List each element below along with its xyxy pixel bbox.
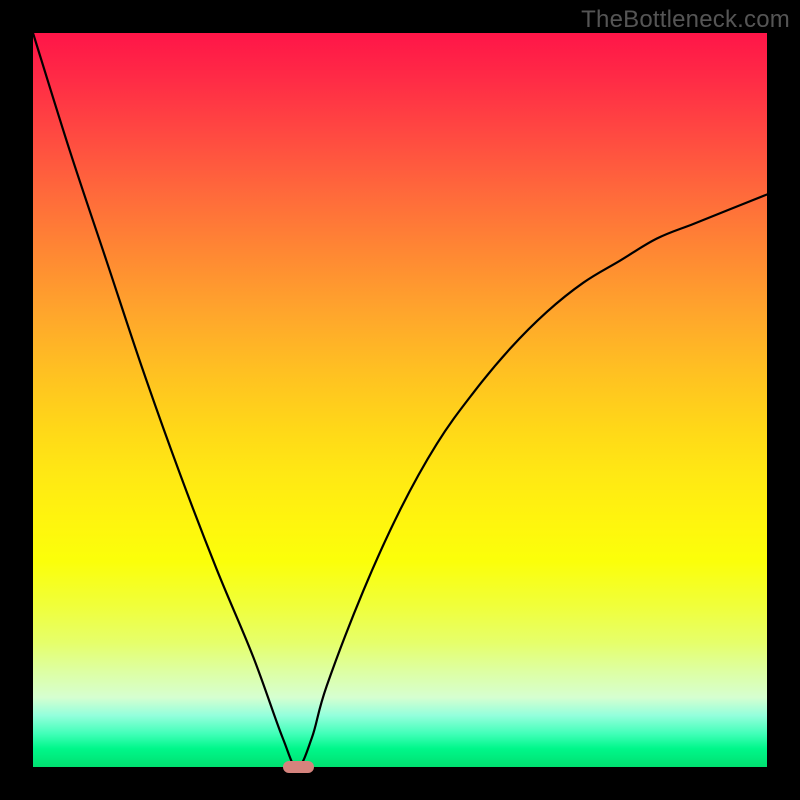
minimum-marker [283, 761, 315, 773]
chart-svg [33, 33, 767, 767]
attribution-text: TheBottleneck.com [581, 6, 790, 34]
chart-plot-area [33, 33, 767, 767]
bottleneck-curve [33, 33, 767, 767]
